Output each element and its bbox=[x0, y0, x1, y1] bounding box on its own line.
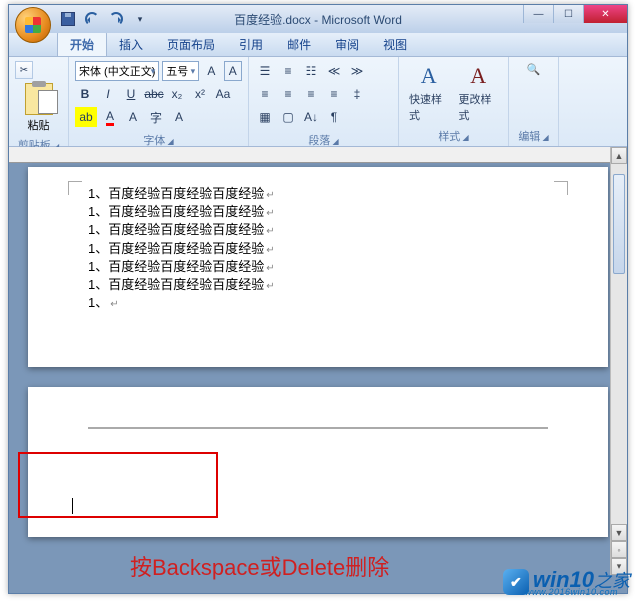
borders-button[interactable]: ▢ bbox=[278, 107, 298, 127]
watermark-url: www.2016win10.com bbox=[525, 587, 618, 597]
paragraph-label: 段落 bbox=[255, 130, 392, 148]
font-color-button[interactable]: A bbox=[100, 107, 120, 127]
close-button[interactable]: ✕ bbox=[583, 5, 627, 23]
qat-dropdown[interactable]: ▾ bbox=[131, 10, 149, 28]
doc-line[interactable]: 1、百度经验百度经验百度经验 bbox=[88, 258, 548, 276]
increase-indent-button[interactable]: ≫ bbox=[347, 61, 367, 81]
cut-button[interactable]: ✂ bbox=[15, 61, 33, 79]
change-case-button[interactable]: Aa bbox=[213, 84, 233, 104]
sort-button[interactable]: A↓ bbox=[301, 107, 321, 127]
save-button[interactable] bbox=[59, 10, 77, 28]
line-spacing-button[interactable]: ‡ bbox=[347, 84, 367, 104]
clipboard-icon bbox=[25, 83, 53, 115]
font-name-combo[interactable]: 宋体 (中文正文) bbox=[75, 61, 159, 81]
office-button[interactable] bbox=[15, 7, 51, 43]
font-label: 字体 bbox=[75, 130, 242, 148]
floppy-icon bbox=[61, 12, 75, 26]
quick-styles-label: 快速样式 bbox=[409, 91, 449, 123]
maximize-button[interactable]: ☐ bbox=[553, 5, 583, 23]
subscript-button[interactable]: x₂ bbox=[167, 84, 187, 104]
prev-page-button[interactable]: ◦ bbox=[611, 541, 627, 558]
highlight-button[interactable]: ab bbox=[75, 107, 97, 127]
group-styles: A 快速样式 A 更改样式 样式 bbox=[399, 57, 509, 146]
show-marks-button[interactable]: ¶ bbox=[324, 107, 344, 127]
quick-access-toolbar: ▾ bbox=[59, 10, 149, 28]
group-paragraph: ☰ ≡ ☷ ≪ ≫ ≡ ≡ ≡ ≡ ‡ ▦ ▢ A↓ ¶ 段落 bbox=[249, 57, 399, 146]
redo-button[interactable] bbox=[107, 10, 125, 28]
margin-corner-icon bbox=[88, 428, 548, 429]
tab-home[interactable]: 开始 bbox=[57, 31, 107, 56]
undo-button[interactable] bbox=[83, 10, 101, 28]
doc-line[interactable]: 1、百度经验百度经验百度经验 bbox=[88, 203, 548, 221]
tab-insert[interactable]: 插入 bbox=[107, 32, 155, 56]
annotation-highlight-box bbox=[18, 452, 218, 518]
scroll-track[interactable] bbox=[611, 164, 627, 524]
tab-references[interactable]: 引用 bbox=[227, 32, 275, 56]
tab-view[interactable]: 视图 bbox=[371, 32, 419, 56]
decrease-indent-button[interactable]: ≪ bbox=[324, 61, 344, 81]
titlebar: ▾ 百度经验.docx - Microsoft Word — ☐ ✕ bbox=[9, 5, 627, 33]
justify-button[interactable]: ≡ bbox=[324, 84, 344, 104]
binoculars-icon: 🔍 bbox=[527, 63, 541, 76]
doc-line[interactable]: 1、百度经验百度经验百度经验 bbox=[88, 276, 548, 294]
margin-corner-icon bbox=[554, 181, 568, 195]
window-controls: — ☐ ✕ bbox=[523, 5, 627, 23]
clear-format-button[interactable]: A bbox=[224, 61, 242, 81]
paste-label: 粘贴 bbox=[28, 117, 50, 133]
margin-corner-icon bbox=[68, 181, 82, 195]
char-border-button[interactable]: A bbox=[123, 107, 143, 127]
tab-layout[interactable]: 页面布局 bbox=[155, 32, 227, 56]
bullets-button[interactable]: ☰ bbox=[255, 61, 275, 81]
align-left-button[interactable]: ≡ bbox=[255, 84, 275, 104]
phonetic-button[interactable]: 字 bbox=[146, 107, 166, 127]
letter-a-icon: A bbox=[470, 63, 486, 89]
tab-review[interactable]: 审阅 bbox=[323, 32, 371, 56]
bold-button[interactable]: B bbox=[75, 84, 95, 104]
watermark: ✔ win10 之家 www.2016win10.com bbox=[503, 567, 630, 596]
doc-line[interactable]: 1、百度经验百度经验百度经验 bbox=[88, 221, 548, 239]
text-cursor-icon bbox=[72, 498, 73, 514]
quick-styles-button[interactable]: A 快速样式 bbox=[405, 61, 453, 125]
find-button[interactable]: 🔍 bbox=[515, 61, 552, 78]
group-editing: 🔍 编辑 bbox=[509, 57, 559, 146]
group-font: 宋体 (中文正文) 五号 A A B I U abc x₂ x² Aa ab A… bbox=[69, 57, 249, 146]
ribbon-tabs: 开始 插入 页面布局 引用 邮件 审阅 视图 bbox=[9, 33, 627, 57]
group-clipboard: ✂ 粘贴 剪贴板 bbox=[9, 57, 69, 146]
italic-button[interactable]: I bbox=[98, 84, 118, 104]
multilevel-button[interactable]: ☷ bbox=[301, 61, 321, 81]
document-area: 1、百度经验百度经验百度经验 1、百度经验百度经验百度经验 1、百度经验百度经验… bbox=[9, 147, 627, 593]
grow-font-button[interactable]: A bbox=[202, 61, 220, 81]
strike-button[interactable]: abc bbox=[144, 84, 164, 104]
ribbon: ✂ 粘贴 剪贴板 宋体 (中文正文) 五号 A A B I U abc x₂ x… bbox=[9, 57, 627, 147]
change-styles-button[interactable]: A 更改样式 bbox=[455, 61, 503, 125]
annotation-instruction: 按Backspace或Delete删除 bbox=[130, 550, 389, 582]
letter-a-icon: A bbox=[421, 63, 437, 89]
undo-icon bbox=[85, 12, 99, 26]
char-shading-button[interactable]: A bbox=[169, 107, 189, 127]
page-1[interactable]: 1、百度经验百度经验百度经验 1、百度经验百度经验百度经验 1、百度经验百度经验… bbox=[28, 167, 608, 367]
doc-line[interactable]: 1、百度经验百度经验百度经验 bbox=[88, 185, 548, 203]
doc-line[interactable]: 1、百度经验百度经验百度经验 bbox=[88, 240, 548, 258]
scroll-up-button[interactable]: ▲ bbox=[611, 147, 627, 164]
align-right-button[interactable]: ≡ bbox=[301, 84, 321, 104]
change-styles-label: 更改样式 bbox=[459, 91, 499, 123]
shading-button[interactable]: ▦ bbox=[255, 107, 275, 127]
scroll-down-button[interactable]: ▼ bbox=[611, 524, 627, 541]
editing-label: 编辑 bbox=[515, 126, 552, 144]
redo-icon bbox=[109, 12, 123, 26]
numbering-button[interactable]: ≡ bbox=[278, 61, 298, 81]
tab-mailings[interactable]: 邮件 bbox=[275, 32, 323, 56]
minimize-button[interactable]: — bbox=[523, 5, 553, 23]
doc-line[interactable]: 1、 bbox=[88, 294, 548, 312]
scroll-thumb[interactable] bbox=[613, 174, 625, 274]
align-center-button[interactable]: ≡ bbox=[278, 84, 298, 104]
ruler[interactable] bbox=[9, 147, 627, 163]
superscript-button[interactable]: x² bbox=[190, 84, 210, 104]
paste-button[interactable]: 粘贴 bbox=[15, 81, 62, 135]
font-size-combo[interactable]: 五号 bbox=[162, 61, 199, 81]
window-title: 百度经验.docx - Microsoft Word bbox=[234, 11, 402, 28]
underline-button[interactable]: U bbox=[121, 84, 141, 104]
styles-label: 样式 bbox=[405, 126, 502, 144]
vertical-scrollbar[interactable]: ▲ ▼ ◦ ▾ bbox=[610, 147, 627, 575]
